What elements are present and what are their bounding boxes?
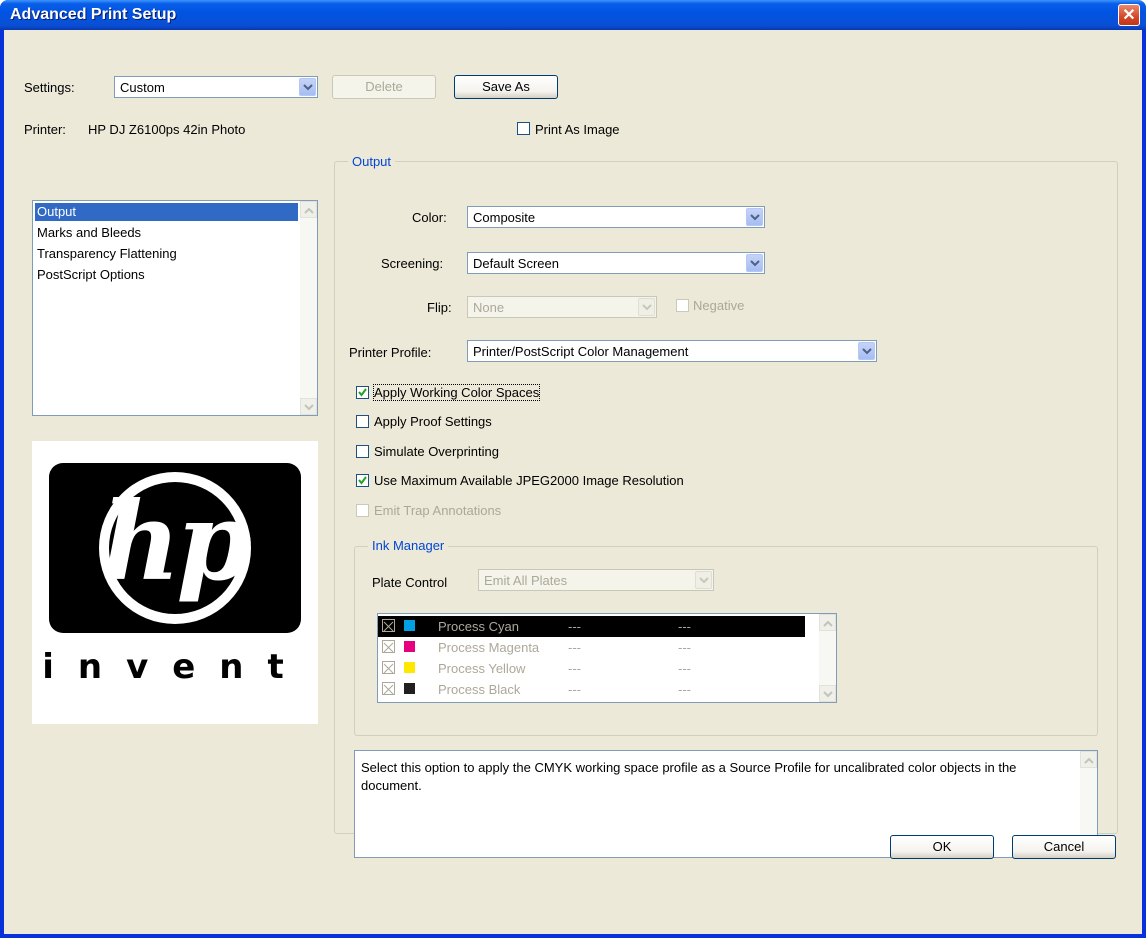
hp-tagline: invent (42, 647, 308, 687)
screening-dropdown[interactable]: Default Screen (467, 252, 765, 274)
color-label: Color: (412, 210, 447, 225)
chevron-down-icon[interactable] (746, 254, 763, 272)
ok-button[interactable]: OK (890, 835, 994, 859)
chevron-down-icon[interactable] (299, 78, 316, 96)
negative-checkbox[interactable] (676, 299, 689, 312)
delete-button[interactable]: Delete (332, 75, 436, 99)
window-title: Advanced Print Setup (10, 6, 177, 23)
ink-col1: --- (568, 661, 581, 676)
screening-label: Screening: (381, 256, 444, 271)
title-bar[interactable]: Advanced Print Setup ✕ (0, 0, 1146, 30)
color-dropdown[interactable]: Composite (467, 206, 765, 228)
save-as-button[interactable]: Save As (454, 75, 558, 99)
simulate-overprinting-checkbox[interactable] (356, 445, 369, 458)
yellow-swatch (404, 662, 415, 673)
settings-value: Custom (120, 80, 165, 95)
hp-logo-panel: hp invent (32, 441, 318, 724)
chevron-down-icon[interactable] (746, 208, 763, 226)
ink-col2: --- (678, 619, 691, 634)
plate-control-label: Plate Control (372, 575, 448, 590)
ink-name: Process Cyan (438, 619, 519, 634)
close-button[interactable]: ✕ (1118, 4, 1140, 26)
ink-row[interactable]: Process Yellow --- --- (378, 658, 805, 679)
ink-list[interactable]: Process Cyan --- --- Process Magenta ---… (377, 613, 837, 703)
ink-list-scrollbar[interactable] (819, 614, 836, 702)
list-item-output[interactable]: Output (37, 204, 76, 219)
checkmark-icon (358, 476, 367, 485)
plate-control-dropdown[interactable]: Emit All Plates (478, 569, 714, 591)
scroll-up-icon[interactable] (819, 614, 836, 631)
emit-trap-annotations-checkbox[interactable] (356, 504, 369, 517)
use-max-jpeg2000-checkbox[interactable] (356, 474, 369, 487)
ink-name: Process Black (438, 682, 521, 697)
chevron-down-icon[interactable] (858, 342, 875, 360)
chevron-down-icon[interactable] (695, 571, 712, 589)
hp-logo-text: hp (102, 479, 252, 605)
dialog-client-area: Settings: Custom Delete Save As Printer:… (4, 30, 1142, 934)
print-toggle-icon[interactable] (382, 682, 395, 695)
magenta-swatch (404, 641, 415, 652)
cyan-swatch (404, 620, 415, 631)
apply-working-color-spaces-label[interactable]: Apply Working Color Spaces (372, 384, 541, 401)
scroll-up-icon[interactable] (300, 201, 317, 218)
ink-row[interactable]: Process Cyan --- --- (378, 616, 805, 637)
printer-profile-value: Printer/PostScript Color Management (473, 344, 689, 359)
ink-col2: --- (678, 682, 691, 697)
color-value: Composite (473, 210, 536, 225)
category-list[interactable]: Output Marks and Bleeds Transparency Fla… (32, 200, 318, 416)
flip-value: None (473, 300, 505, 315)
checkmark-icon (358, 388, 367, 397)
scroll-up-icon[interactable] (1080, 751, 1097, 768)
ink-col2: --- (678, 640, 691, 655)
ink-manager-group-title: Ink Manager (368, 538, 449, 553)
flip-label: Flip: (427, 300, 452, 315)
ink-col1: --- (568, 619, 581, 634)
list-item-marks-and-bleeds[interactable]: Marks and Bleeds (37, 225, 141, 240)
plate-control-value: Emit All Plates (484, 573, 568, 588)
simulate-overprinting-label[interactable]: Simulate Overprinting (374, 444, 499, 459)
scroll-down-icon[interactable] (300, 398, 317, 415)
screening-value: Default Screen (473, 256, 559, 271)
print-toggle-icon[interactable] (382, 661, 395, 674)
apply-proof-settings-label[interactable]: Apply Proof Settings (374, 414, 492, 429)
chevron-down-icon[interactable] (638, 298, 655, 316)
ink-row[interactable]: Process Magenta --- --- (378, 637, 805, 658)
print-as-image-checkbox[interactable] (517, 122, 530, 135)
list-item-postscript-options[interactable]: PostScript Options (37, 267, 145, 282)
apply-proof-settings-checkbox[interactable] (356, 415, 369, 428)
printer-label: Printer: (24, 122, 66, 137)
description-text: Select this option to apply the CMYK wor… (361, 760, 1017, 793)
settings-dropdown[interactable]: Custom (114, 76, 318, 98)
ink-col1: --- (568, 640, 581, 655)
output-group-title: Output (348, 154, 396, 169)
use-max-jpeg2000-label[interactable]: Use Maximum Available JPEG2000 Image Res… (374, 473, 684, 488)
ink-col1: --- (568, 682, 581, 697)
scroll-down-icon[interactable] (819, 685, 836, 702)
ink-name: Process Yellow (438, 661, 526, 676)
category-list-scrollbar[interactable] (300, 201, 317, 415)
print-as-image-label[interactable]: Print As Image (535, 122, 620, 137)
ink-row[interactable]: Process Black --- --- (378, 679, 805, 700)
black-swatch (404, 683, 415, 694)
printer-profile-dropdown[interactable]: Printer/PostScript Color Management (467, 340, 877, 362)
apply-working-color-spaces-checkbox[interactable] (356, 386, 369, 399)
printer-profile-label: Printer Profile: (349, 345, 432, 360)
ink-name: Process Magenta (438, 640, 540, 655)
print-toggle-icon[interactable] (382, 640, 395, 653)
print-toggle-icon[interactable] (382, 619, 395, 632)
emit-trap-annotations-label[interactable]: Emit Trap Annotations (374, 503, 501, 518)
cancel-button[interactable]: Cancel (1012, 835, 1116, 859)
negative-label[interactable]: Negative (693, 298, 744, 313)
ink-col2: --- (678, 661, 691, 676)
list-item-transparency-flattening[interactable]: Transparency Flattening (37, 246, 177, 261)
flip-dropdown[interactable]: None (467, 296, 657, 318)
dialog-window: Advanced Print Setup ✕ Settings: Custom … (0, 0, 1146, 938)
printer-name: HP DJ Z6100ps 42in Photo (88, 122, 246, 137)
settings-label: Settings: (24, 80, 75, 95)
